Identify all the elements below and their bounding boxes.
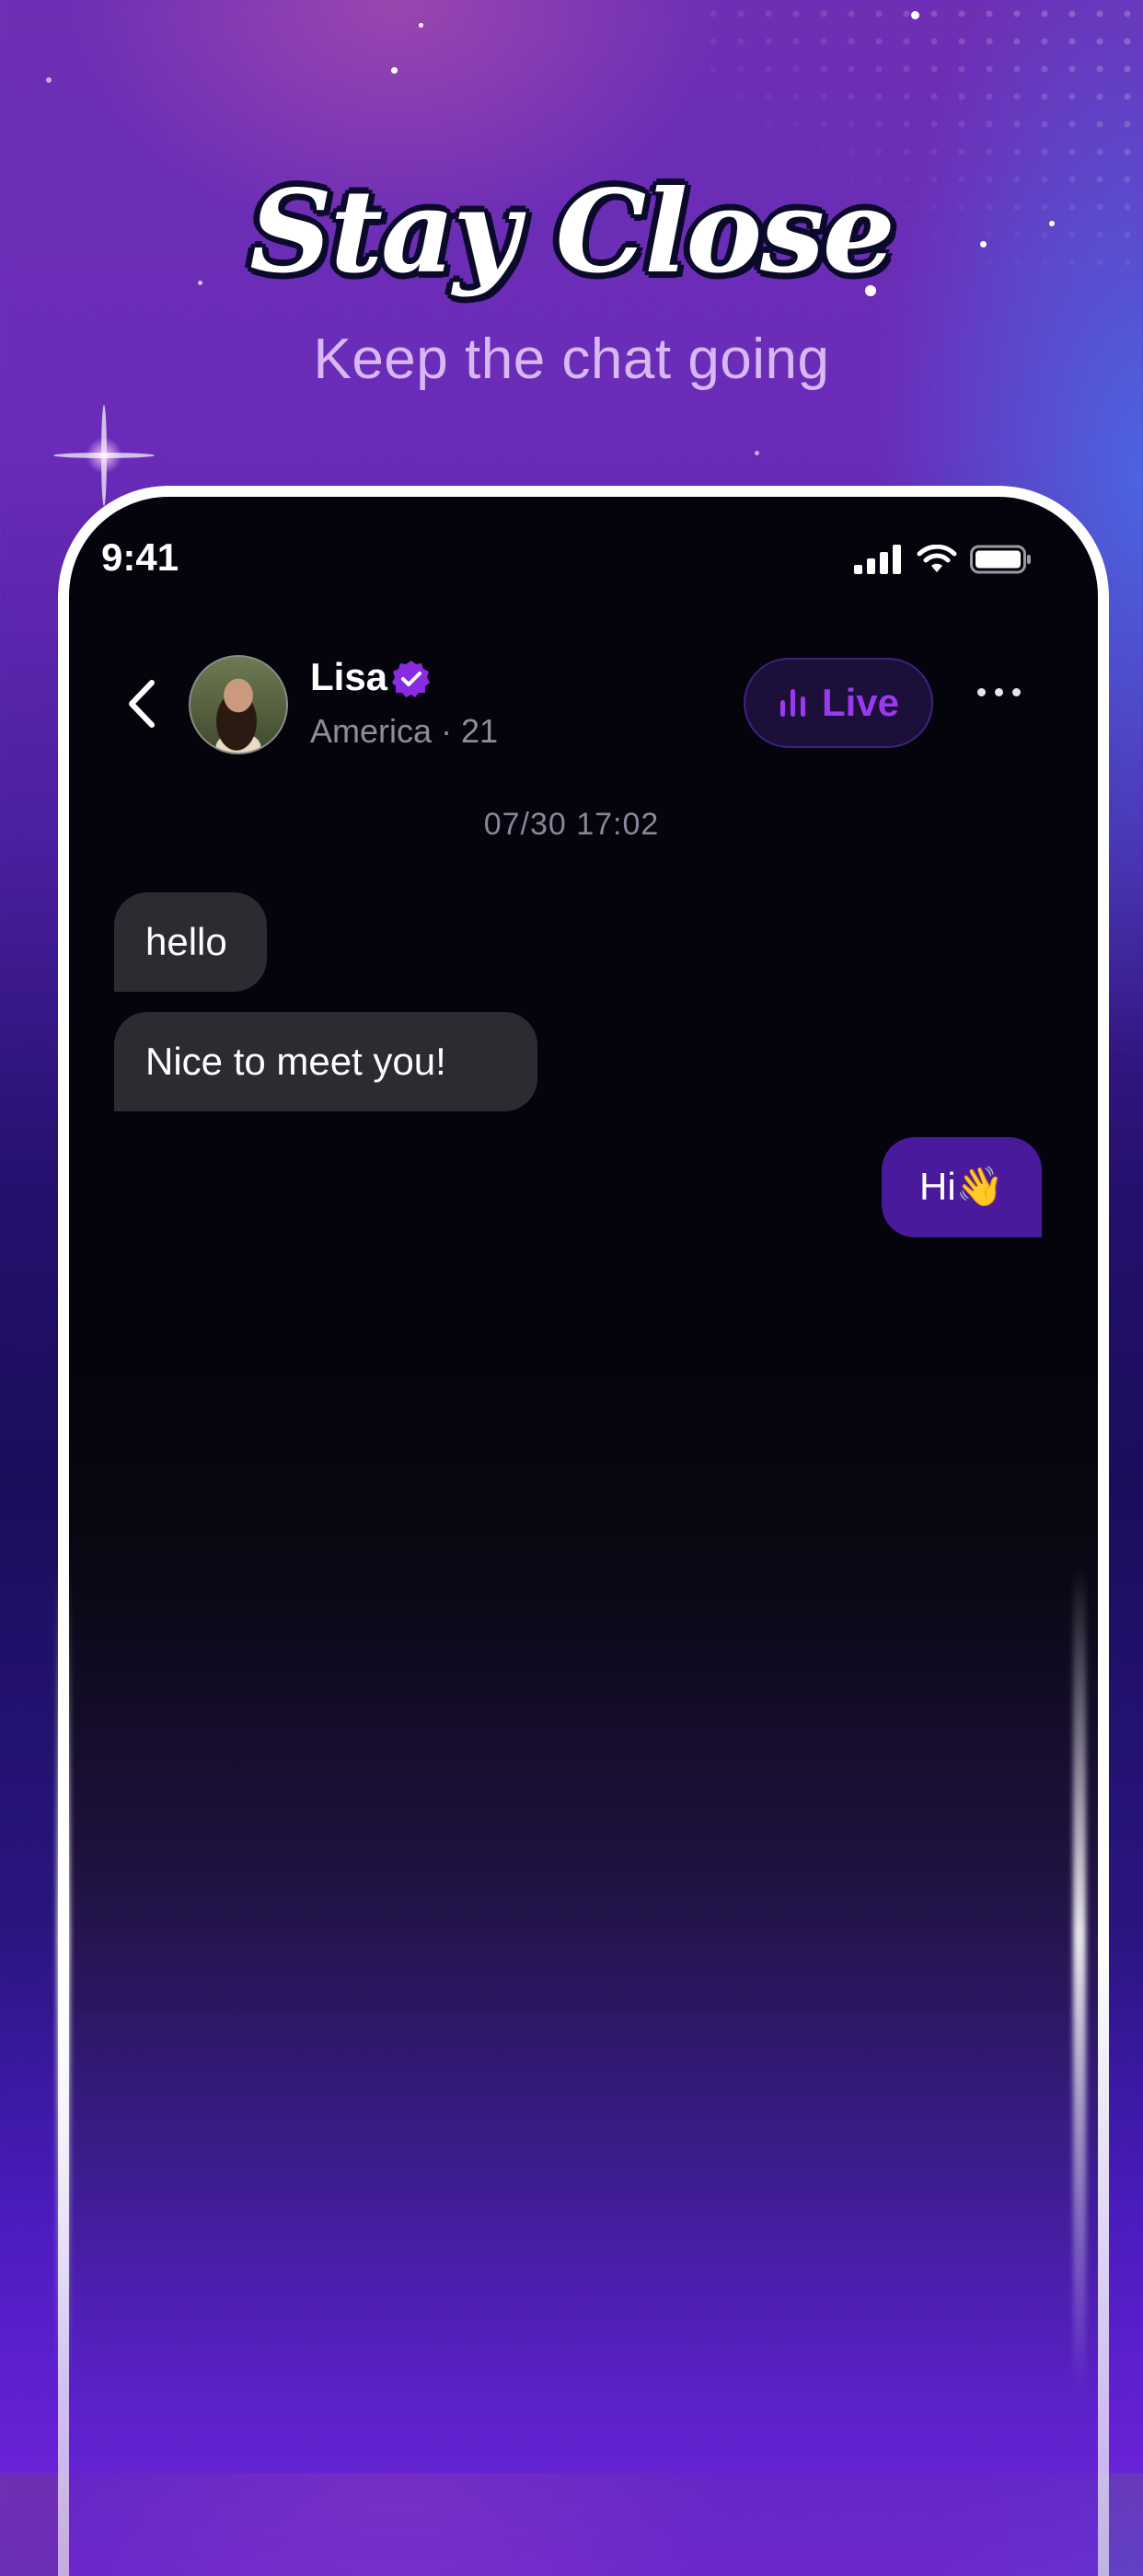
avatar[interactable]	[189, 655, 288, 754]
contact-name: Lisa	[310, 655, 388, 698]
star-decoration	[419, 23, 423, 28]
more-horizontal-icon[interactable]	[977, 688, 1021, 696]
incoming-message-bubble[interactable]: Nice to meet you!	[114, 1012, 537, 1111]
phone-frame	[58, 486, 1109, 2576]
date-stamp: 07/30 17:02	[483, 807, 660, 842]
headline: Stay Close	[249, 166, 895, 299]
status-icons	[854, 541, 1033, 578]
back-chevron-icon[interactable]	[124, 679, 161, 729]
edge-glow-right	[1073, 1564, 1086, 2392]
wifi-icon	[917, 545, 957, 572]
star-decoration	[755, 451, 759, 455]
outgoing-message-bubble[interactable]: Hi👋	[882, 1137, 1042, 1237]
star-decoration	[391, 67, 398, 74]
edge-glow-left	[57, 1564, 70, 2392]
cellular-signal-icon	[854, 545, 901, 574]
battery-icon	[970, 545, 1031, 574]
live-button[interactable]: Live	[744, 658, 933, 748]
star-decoration	[46, 77, 52, 83]
verified-badge-icon	[392, 661, 430, 697]
live-button-label: Live	[821, 681, 900, 724]
contact-info: America · 21	[310, 712, 499, 750]
subheadline: Keep the chat going	[313, 328, 830, 391]
status-time: 9:41	[101, 535, 179, 579]
incoming-message-bubble[interactable]: hello	[114, 892, 267, 992]
audio-bars-icon	[779, 689, 805, 717]
star-decoration	[911, 11, 919, 19]
